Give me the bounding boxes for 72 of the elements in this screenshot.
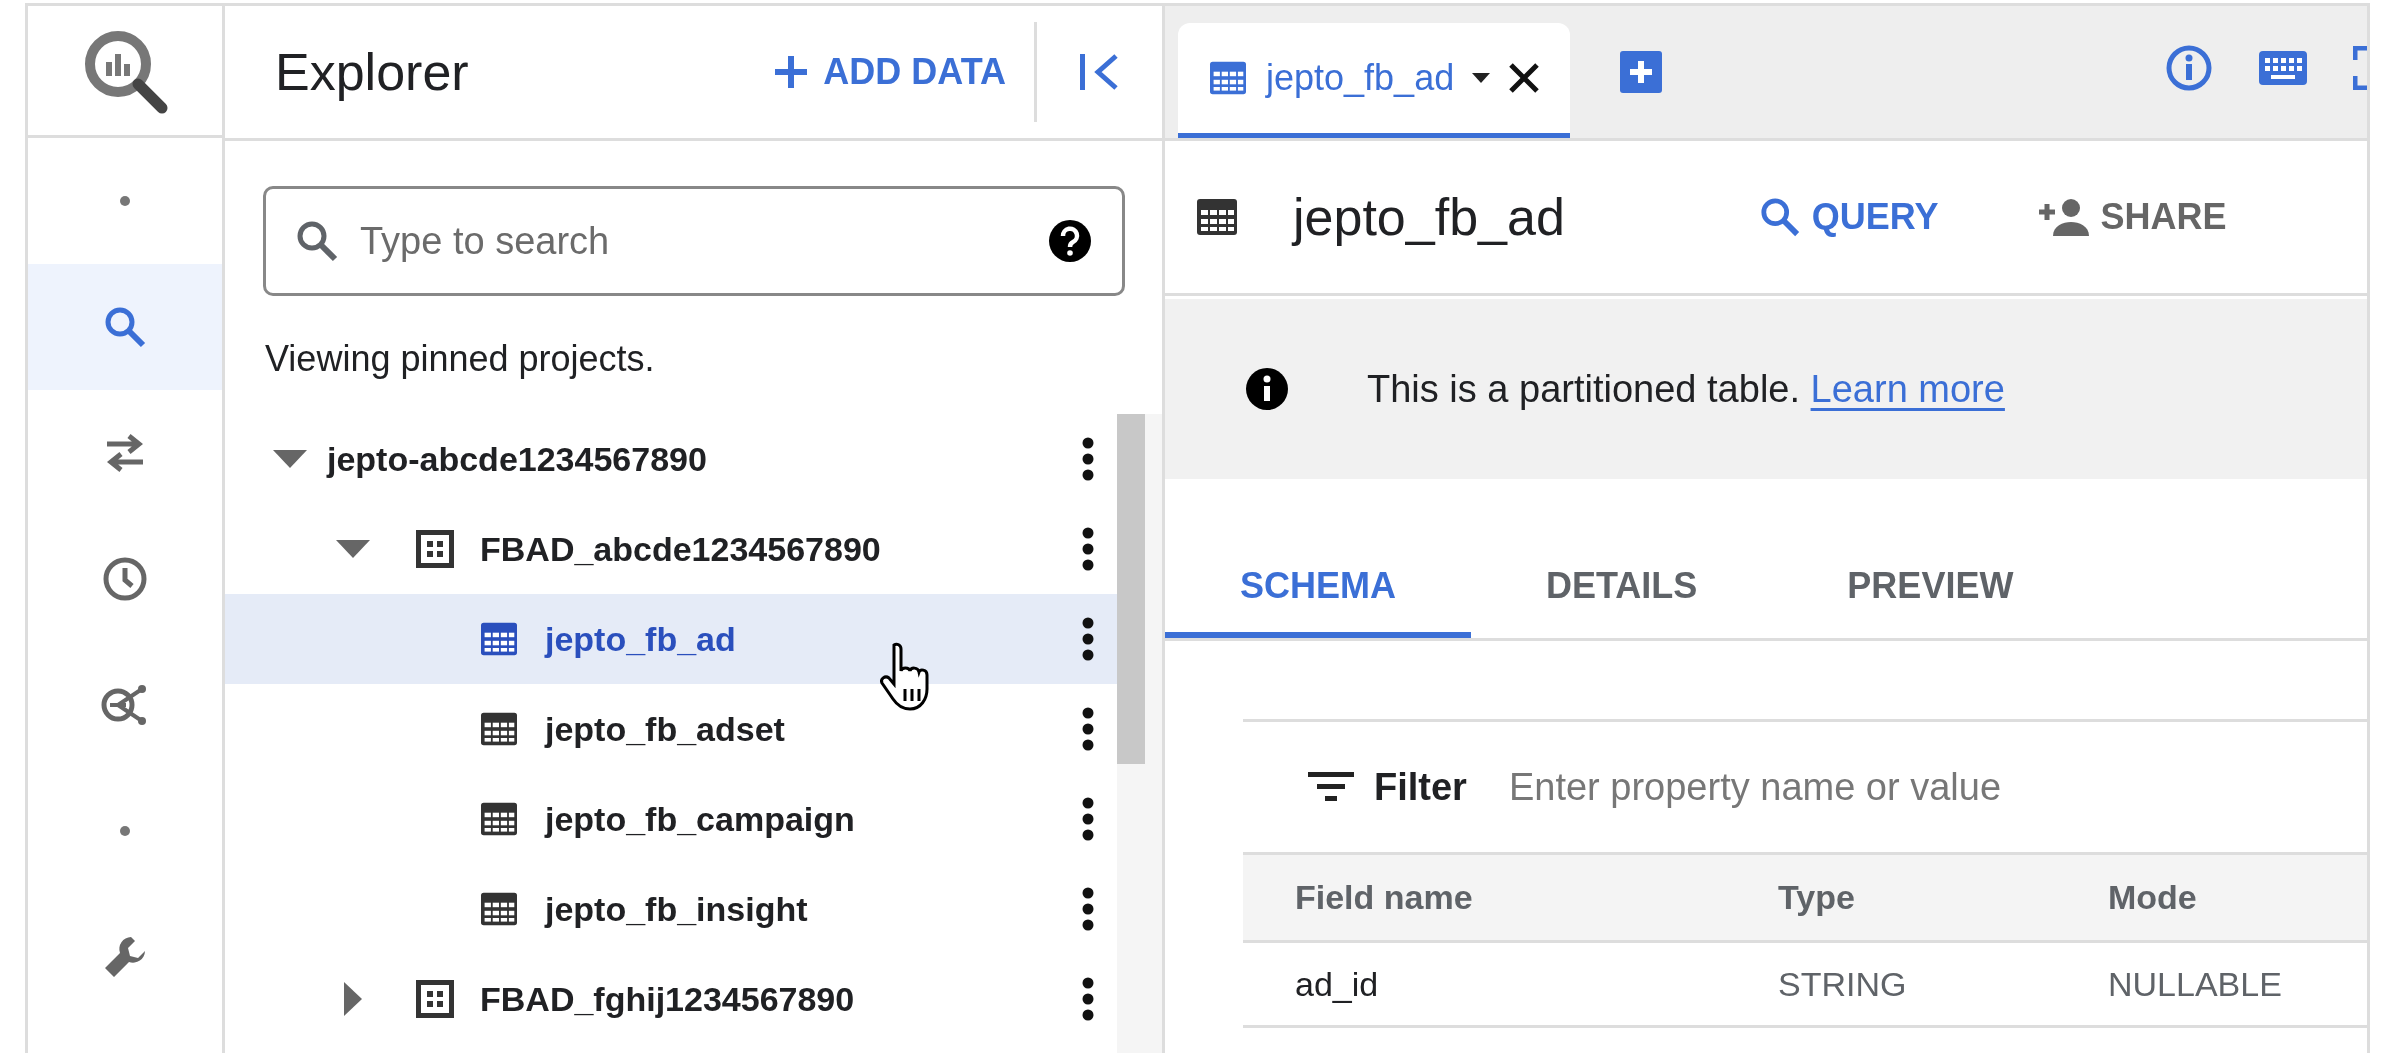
collapse-caret-icon[interactable]	[273, 450, 307, 468]
add-data-button[interactable]: ADD DATA	[773, 22, 1037, 122]
tree-item-label: FBAD_fghij1234567890	[480, 978, 855, 1020]
learn-more-link[interactable]: Learn more	[1810, 367, 2005, 410]
search-field[interactable]: Type to search	[358, 211, 1028, 271]
column-header: Mode	[2108, 852, 2367, 940]
search-icon	[296, 220, 338, 262]
keyboard-icon[interactable]	[2259, 51, 2307, 85]
tree-item[interactable]: jepto_fb_campaign	[225, 774, 1117, 864]
banner-text: This is a partitioned table. Learn more	[1367, 366, 2005, 412]
tree-item-label: jepto_fb_insight	[545, 888, 808, 930]
tree-item-label: FBAD_abcde1234567890	[480, 528, 881, 570]
share-button[interactable]: SHARE	[2038, 190, 2227, 244]
dot-icon	[119, 825, 131, 837]
tab[interactable]: DETAILS	[1471, 539, 1773, 638]
expand-caret-icon[interactable]	[344, 982, 362, 1016]
tree-item-label: jepto_fb_adset	[545, 708, 785, 750]
collapse-caret-icon[interactable]	[336, 540, 370, 558]
close-icon[interactable]	[1508, 62, 1541, 94]
query-button[interactable]: QUERY	[1759, 190, 1939, 244]
table-icon	[479, 711, 519, 747]
table-title: jepto_fb_ad	[1293, 187, 1565, 248]
tree-item-label: jepto_fb_ad	[545, 618, 736, 660]
tree-item[interactable]: jepto_fb_ad	[225, 594, 1117, 684]
table-icon	[479, 891, 519, 927]
help-icon[interactable]	[1048, 219, 1092, 263]
tree-item[interactable]: jepto_fb_insight	[225, 864, 1117, 954]
tab[interactable]: PREVIEW	[1772, 539, 2089, 638]
more-options-icon[interactable]	[1081, 977, 1095, 1021]
clock-icon	[102, 556, 148, 602]
dataset-icon	[416, 530, 454, 568]
tree-item[interactable]: jepto_fb_adset	[225, 684, 1117, 774]
more-options-icon[interactable]	[1081, 527, 1095, 571]
plus-icon	[773, 54, 810, 90]
add-person-icon	[2038, 198, 2089, 236]
info-icon[interactable]	[2165, 44, 2213, 92]
table-cell: ad_id	[1243, 940, 1778, 1028]
scrollbar-thumb[interactable]	[1117, 414, 1145, 764]
search-icon	[1759, 197, 1800, 237]
filter-label: Filter	[1374, 764, 1467, 810]
fullscreen-icon[interactable]	[2353, 46, 2367, 90]
more-options-icon[interactable]	[1081, 797, 1095, 841]
tree-item[interactable]: FBAD_fghij1234567890	[225, 954, 1117, 1044]
table-cell: NULLABLE	[2108, 940, 2367, 1028]
dataset-icon	[416, 980, 454, 1018]
tree-item-label: jepto_fb_campaign	[545, 798, 855, 840]
filter-icon	[1308, 770, 1354, 804]
more-options-icon[interactable]	[1081, 887, 1095, 931]
more-options-icon[interactable]	[1081, 707, 1095, 751]
filter-field[interactable]: Enter property name or value	[1506, 757, 2367, 817]
column-header: Type	[1778, 852, 2108, 940]
table-icon	[1195, 197, 1239, 237]
dot-icon	[119, 195, 131, 207]
search-box[interactable]: Type to search	[263, 186, 1125, 296]
editor-tab[interactable]: jepto_fb_ad	[1178, 23, 1571, 138]
table-icon	[1208, 60, 1248, 96]
tree-item[interactable]: jepto-abcde1234567890	[225, 414, 1117, 504]
search-icon	[104, 306, 146, 348]
pinned-projects-note: Viewing pinned projects.	[265, 337, 656, 381]
table-cell: STRING	[1778, 940, 2108, 1028]
new-tab-button[interactable]	[1620, 51, 1663, 93]
dropdown-caret-icon[interactable]	[1472, 73, 1491, 83]
tree-item-label: jepto-abcde1234567890	[327, 438, 707, 480]
more-options-icon[interactable]	[1081, 617, 1095, 661]
table-icon	[479, 801, 519, 837]
panel-title: Explorer	[275, 42, 469, 103]
more-options-icon[interactable]	[1081, 437, 1095, 481]
tree-item[interactable]: FBAD_abcde1234567890	[225, 504, 1117, 594]
column-header: Field name	[1243, 852, 1778, 940]
info-icon	[1245, 367, 1289, 411]
table-icon	[479, 621, 519, 657]
tab[interactable]: SCHEMA	[1165, 539, 1471, 638]
